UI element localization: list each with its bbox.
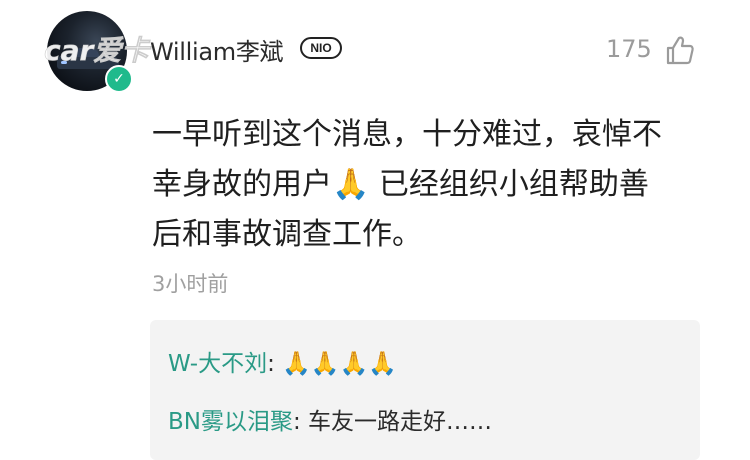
reply-author[interactable]: W-大不刘	[168, 351, 267, 377]
thumbs-up-icon[interactable]	[664, 34, 696, 66]
comment-body: 一早听到这个消息，十分难过，哀悼不 幸身故的用户🙏 已经组织小组帮助善 后和事故…	[152, 110, 712, 260]
reply-separator: :	[267, 351, 283, 377]
comment-line-3: 后和事故调查工作。	[152, 217, 422, 252]
comment-line-1: 一早听到这个消息，十分难过，哀悼不	[152, 117, 662, 152]
reply-item[interactable]: W-大不刘: 🙏🙏🙏🙏	[168, 344, 397, 378]
comment-line-2-start: 幸身故的用户	[152, 167, 332, 202]
nio-brand-badge: NIO	[300, 37, 342, 59]
reply-author[interactable]: BN雾以泪聚	[168, 409, 293, 435]
comment-username[interactable]: William李斌	[150, 32, 284, 67]
replies-panel[interactable]: W-大不刘: 🙏🙏🙏🙏 BN雾以泪聚: 车友一路走好……	[150, 320, 700, 460]
reply-separator: :	[292, 409, 309, 435]
reply-text: 🙏🙏🙏🙏	[282, 351, 397, 377]
comment-line-2-end: 已经组织小组帮助善	[378, 167, 649, 202]
pray-emoji-icon: 🙏	[332, 167, 370, 202]
reply-text: 车友一路走好……	[308, 409, 493, 435]
svg-text:car爱卡: car爱卡	[44, 34, 152, 67]
reply-item[interactable]: BN雾以泪聚: 车友一路走好……	[168, 402, 492, 436]
comment-timestamp: 3小时前	[152, 272, 229, 296]
comment-line-2: 幸身故的用户🙏 已经组织小组帮助善	[152, 160, 712, 210]
like-count: 175	[606, 35, 652, 63]
